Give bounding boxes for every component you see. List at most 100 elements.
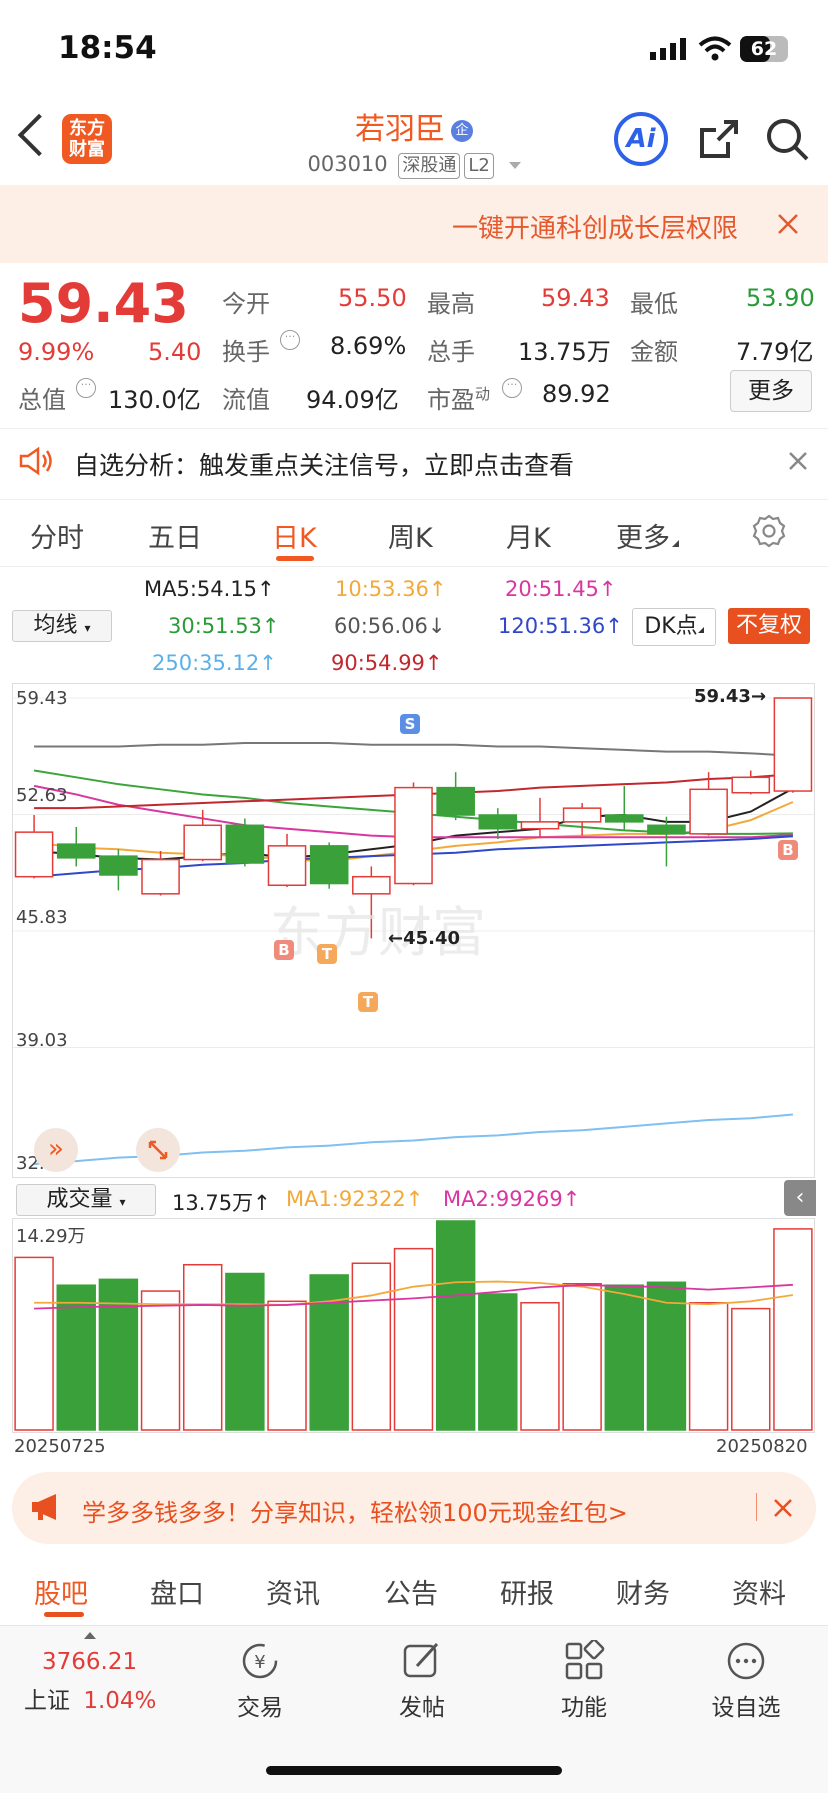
expand-left-icon[interactable]: » (34, 1128, 78, 1172)
promo-close-icon[interactable] (773, 1498, 793, 1522)
promo-text[interactable]: 学多多钱多多！分享知识，轻松领100元现金红包> (82, 1493, 628, 1528)
volume-bar (773, 1228, 813, 1431)
volume-bar (520, 1302, 560, 1431)
btab-news[interactable]: 资讯 (266, 1572, 320, 1611)
signal-b-marker[interactable]: B (274, 940, 294, 960)
ma20-value: 20:51.45↑ (505, 577, 617, 601)
float-value: 94.09亿 (306, 386, 399, 414)
candle-body (773, 697, 813, 792)
high-marker: 59.43→ (694, 686, 767, 707)
pe-value: 89.92 (542, 380, 611, 408)
pe-sup: 动 (475, 385, 491, 403)
candle-body (309, 845, 349, 885)
info-icon[interactable]: ··· (502, 378, 522, 398)
volume-chart[interactable] (12, 1218, 815, 1433)
signal-t-marker[interactable]: T (358, 992, 378, 1012)
share-icon[interactable] (698, 118, 740, 164)
nav-trade-label: 交易 (237, 1695, 283, 1721)
low-marker: ←45.40 (388, 928, 461, 949)
volume-bar (182, 1263, 223, 1431)
candle-body (141, 858, 180, 895)
btab-finance[interactable]: 财务 (616, 1572, 670, 1611)
turnover-label: 换手 (222, 338, 270, 366)
volume-select-label: 成交量 (46, 1187, 113, 1212)
index-name: 上证 (24, 1688, 70, 1714)
signal-t-marker[interactable]: T (317, 944, 337, 964)
volume-value: 13.75万 (518, 338, 611, 366)
volume-bar (14, 1256, 54, 1431)
collapse-panel-icon[interactable]: ‹ (784, 1180, 816, 1216)
volume-bar (604, 1284, 645, 1431)
adjust-button[interactable]: 不复权 (728, 608, 810, 644)
tab-weekly-k[interactable]: 周K (388, 516, 433, 555)
volume-bar (98, 1278, 139, 1431)
banner-text[interactable]: 一键开通科创成长层权限 (452, 208, 738, 245)
index-widget[interactable]: 3766.21 上证 1.04% (24, 1632, 174, 1715)
axis-label-4: 39.03 (16, 1030, 68, 1051)
candle-body (267, 845, 307, 887)
notice-text[interactable]: 自选分析：触发重点关注信号，立即点击查看 (74, 446, 574, 482)
search-icon[interactable] (766, 118, 810, 166)
low-value: 53.90 (746, 284, 815, 312)
banner-close-icon[interactable] (776, 212, 800, 240)
divider (756, 1493, 757, 1521)
open-value: 55.50 (338, 284, 407, 312)
ma30-value: 30:51.53↑ (168, 614, 280, 638)
volume-svg (14, 1220, 813, 1431)
signal-b-marker[interactable]: B (778, 840, 798, 860)
btab-research[interactable]: 研报 (500, 1572, 554, 1611)
volume-select[interactable]: 成交量 ▾ (16, 1184, 156, 1216)
info-icon[interactable]: ··· (280, 330, 300, 350)
btab-announce[interactable]: 公告 (384, 1572, 438, 1611)
tab-five-day[interactable]: 五日 (148, 516, 202, 555)
more-icon (725, 1640, 767, 1682)
candle-body (99, 855, 138, 876)
dropdown-icon: ▾ (119, 1195, 126, 1209)
tab-daily-k[interactable]: 日K (272, 516, 317, 555)
volume-axis-max: 14.29万 (16, 1226, 86, 1247)
btab-pankou[interactable]: 盘口 (150, 1572, 204, 1611)
btab-profile[interactable]: 资料 (732, 1572, 786, 1611)
tab-intraday[interactable]: 分时 (30, 516, 84, 555)
ai-button[interactable]: Ai (614, 112, 668, 166)
nav-watchlist[interactable]: 设自选 (696, 1640, 796, 1722)
nav-post[interactable]: 发帖 (372, 1640, 472, 1722)
volume-bar (731, 1307, 771, 1431)
volume-label: 总手 (427, 338, 475, 366)
ma60-value: 60:56.06↓ (334, 614, 446, 638)
info-icon[interactable]: ··· (76, 378, 96, 398)
tab-monthly-k[interactable]: 月K (506, 516, 551, 555)
candle-body (478, 814, 518, 830)
volume-bar (435, 1220, 476, 1431)
trade-icon: ¥ (239, 1640, 281, 1682)
settings-icon[interactable] (752, 514, 786, 552)
signal-icon (650, 38, 692, 64)
volume-ma2: MA2:99269↑ (443, 1187, 581, 1211)
index-change: 1.04% (83, 1688, 157, 1714)
indicator-select[interactable]: 均线 ▾ (12, 610, 112, 642)
btab-guba[interactable]: 股吧 (34, 1572, 88, 1611)
axis-label-max: 59.43 (16, 688, 68, 709)
dropdown-icon[interactable] (508, 161, 521, 169)
candle-body (731, 776, 771, 794)
ma120-value: 120:51.36↑ (498, 614, 623, 638)
dropdown-icon: ▾ (84, 621, 91, 635)
fullscreen-icon[interactable] (136, 1128, 180, 1172)
pe-label: 市盈动 (427, 380, 490, 415)
turnover-value: 8.69% (330, 332, 407, 360)
volume-bar (309, 1274, 349, 1431)
wifi-icon (698, 36, 732, 66)
volume-bar (688, 1302, 729, 1431)
more-button[interactable]: 更多 (730, 370, 812, 412)
low-label: 最低 (630, 290, 678, 318)
notice-close-icon[interactable] (788, 451, 808, 475)
signal-s-marker[interactable]: S (400, 714, 420, 734)
tab-more[interactable]: 更多 (616, 516, 679, 555)
volume-bar (351, 1262, 392, 1431)
nav-function-label: 功能 (561, 1695, 607, 1721)
pe-label-text: 市盈 (427, 386, 475, 414)
dk-label: DK点 (644, 614, 698, 639)
dk-button[interactable]: DK点 (632, 608, 716, 646)
nav-function[interactable]: 功能 (534, 1638, 634, 1722)
nav-trade[interactable]: ¥ 交易 (210, 1640, 310, 1722)
